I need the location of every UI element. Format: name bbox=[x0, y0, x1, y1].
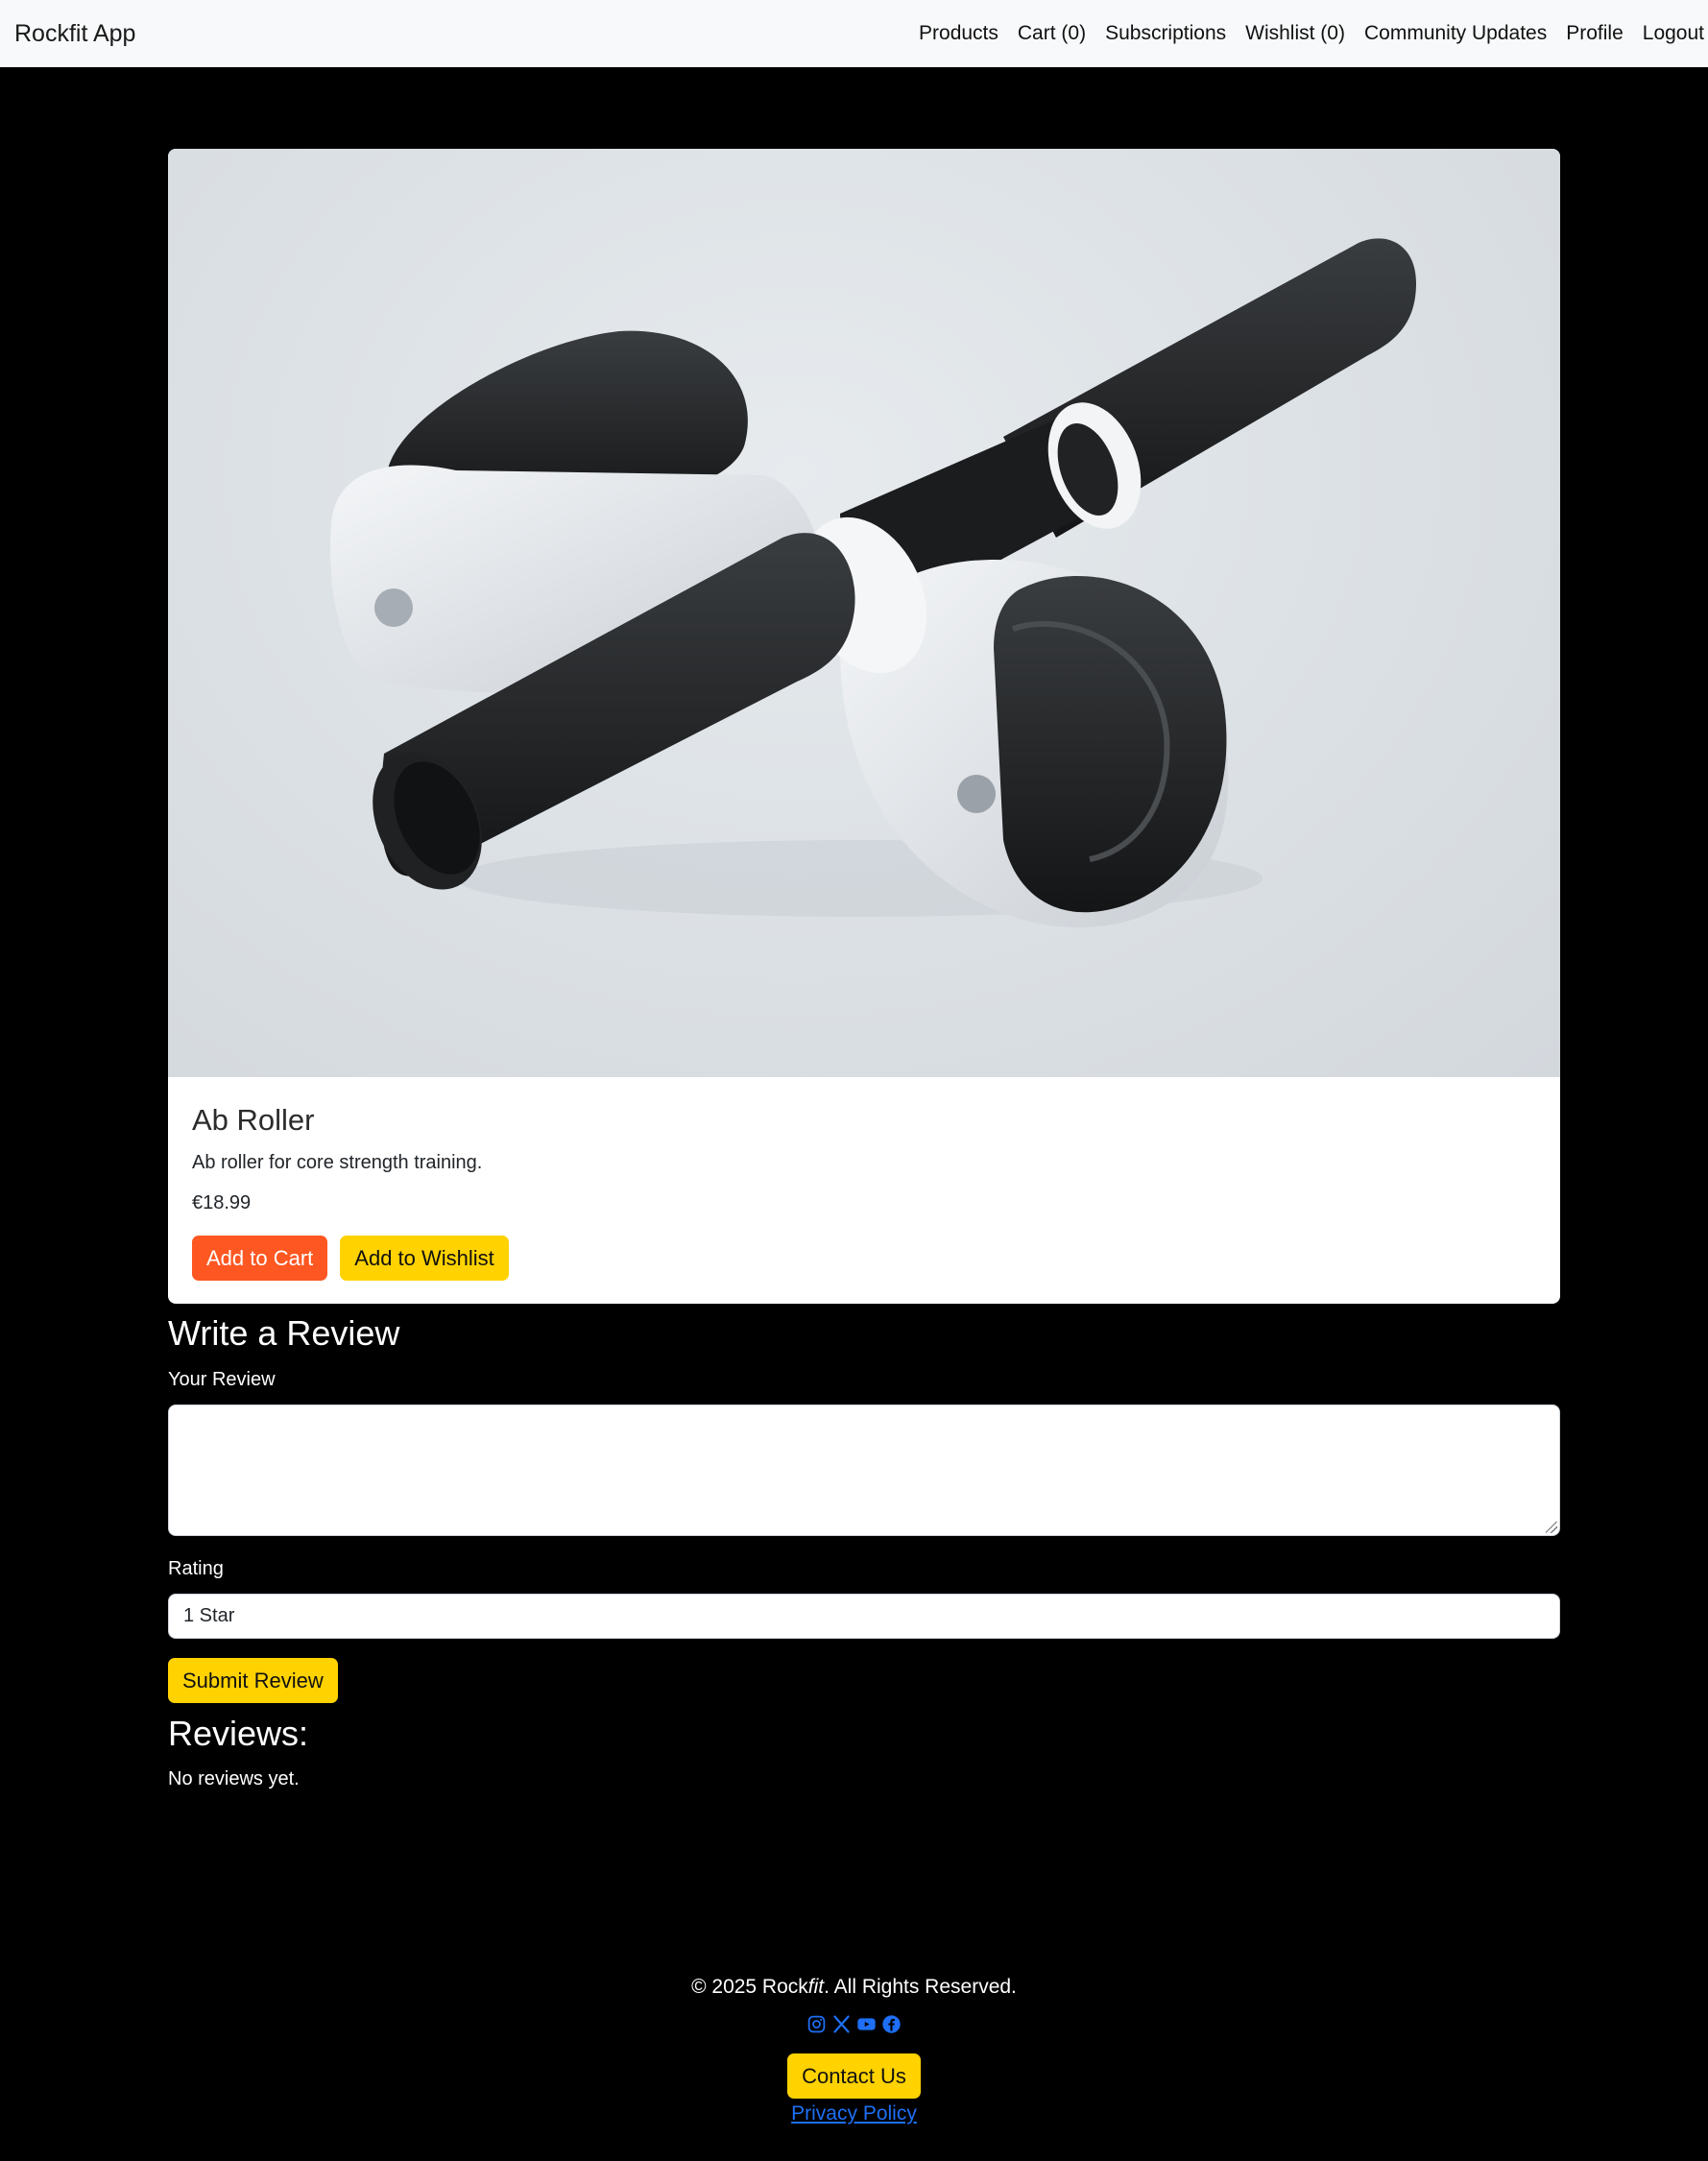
facebook-icon[interactable] bbox=[881, 2014, 902, 2034]
add-to-cart-button[interactable]: Add to Cart bbox=[192, 1236, 328, 1281]
review-label: Your Review bbox=[168, 1369, 276, 1390]
copyright-suffix: . All Rights Reserved. bbox=[824, 1976, 1017, 1998]
brand-logo[interactable]: Rockfit App bbox=[14, 20, 135, 48]
nav-link-logout[interactable]: Logout bbox=[1643, 22, 1704, 45]
nav-link-cart[interactable]: Cart (0) bbox=[1018, 22, 1086, 45]
nav-link-products[interactable]: Products bbox=[919, 22, 998, 45]
ab-roller-illustration bbox=[330, 238, 1416, 928]
nav-link-wishlist[interactable]: Wishlist (0) bbox=[1245, 22, 1345, 45]
navbar: Rockfit App Products Cart (0) Subscripti… bbox=[0, 0, 1708, 67]
copyright-text: © 2025 Rockfit. All Rights Reserved. bbox=[0, 1976, 1708, 1999]
copyright-prefix: © 2025 Rock bbox=[691, 1976, 808, 1998]
footer: © 2025 Rockfit. All Rights Reserved. Con… bbox=[0, 1976, 1708, 2125]
nav-link-profile[interactable]: Profile bbox=[1566, 22, 1624, 45]
review-textarea[interactable] bbox=[168, 1405, 1560, 1536]
nav-links: Products Cart (0) Subscriptions Wishlist… bbox=[900, 22, 1704, 45]
write-review-heading: Write a Review bbox=[168, 1313, 400, 1353]
product-card: Ab Roller Ab roller for core strength tr… bbox=[168, 149, 1560, 1304]
product-title: Ab Roller bbox=[192, 1103, 315, 1137]
product-price: €18.99 bbox=[192, 1192, 252, 1213]
youtube-icon[interactable] bbox=[856, 2014, 877, 2034]
reviews-heading: Reviews: bbox=[168, 1714, 309, 1753]
no-reviews-text: No reviews yet. bbox=[168, 1768, 300, 1789]
rating-label: Rating bbox=[168, 1558, 224, 1579]
product-card-body: Ab Roller Ab roller for core strength tr… bbox=[192, 1103, 509, 1281]
copyright-brand: fit bbox=[807, 1976, 825, 1998]
textarea-resize-handle[interactable] bbox=[1546, 1522, 1557, 1533]
nav-link-subscriptions[interactable]: Subscriptions bbox=[1105, 22, 1226, 45]
rating-select[interactable]: 1 Star bbox=[168, 1594, 1560, 1639]
privacy-policy-link[interactable]: Privacy Policy bbox=[0, 2102, 1708, 2125]
social-links bbox=[0, 2014, 1708, 2034]
product-image bbox=[168, 149, 1560, 1077]
add-to-wishlist-button[interactable]: Add to Wishlist bbox=[340, 1236, 509, 1281]
product-actions: Add to Cart Add to Wishlist bbox=[192, 1236, 509, 1281]
nav-link-community-updates[interactable]: Community Updates bbox=[1364, 22, 1547, 45]
instagram-icon[interactable] bbox=[806, 2014, 827, 2034]
x-icon[interactable] bbox=[831, 2014, 852, 2034]
product-description: Ab roller for core strength training. bbox=[192, 1152, 483, 1173]
submit-review-button[interactable]: Submit Review bbox=[168, 1658, 338, 1703]
contact-us-button[interactable]: Contact Us bbox=[787, 2053, 921, 2099]
